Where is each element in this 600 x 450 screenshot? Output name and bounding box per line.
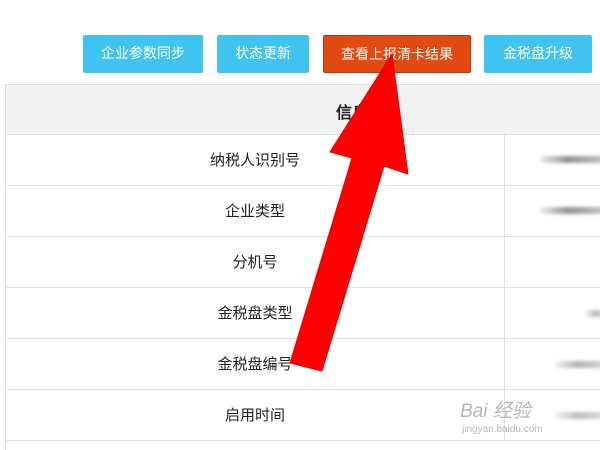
row-label: 企业类型 [6,186,505,236]
row-value-redacted [505,186,600,236]
row-value-empty [505,237,600,287]
panel-header: 信息 [6,85,600,135]
info-row-tax-disk-type: 金税盘类型 [6,288,600,339]
panel-title: 信息 [336,103,369,122]
row-label: 分机号 [6,237,505,287]
redacted-value [555,361,600,368]
info-row-extension-number: 分机号 [6,237,600,288]
redacted-value [585,310,600,317]
row-value-redacted [505,288,600,338]
page: 企业参数同步 状态更新 查看上报清卡结果 金税盘升级 信息 纳税人识别号 企业类… [0,0,600,450]
row-label: 金税盘编号 [6,339,505,389]
info-row-tax-disk-number: 金税盘编号 [6,339,600,390]
row-value-redacted [505,135,600,185]
row-label: 启用时间 [6,390,505,440]
watermark-text: Bai 经验 [460,401,531,422]
status-update-button[interactable]: 状态更新 [217,35,309,73]
tax-disk-upgrade-button[interactable]: 金税盘升级 [484,35,592,73]
enterprise-params-sync-button[interactable]: 企业参数同步 [83,35,203,73]
row-value-redacted [505,339,600,389]
baidu-jingyan-watermark: Bai 经验 jingyan.baidu.com [452,394,592,444]
row-label: 纳税人识别号 [6,135,505,185]
row-label: 金税盘类型 [6,288,505,338]
info-row-enterprise-type: 企业类型 [6,186,600,237]
view-report-clear-card-result-button[interactable]: 查看上报清卡结果 [323,35,471,73]
watermark-url: jingyan.baidu.com [462,424,543,435]
redacted-value [540,207,600,214]
redacted-value [540,156,600,163]
info-row-taxpayer-id: 纳税人识别号 [6,135,600,186]
